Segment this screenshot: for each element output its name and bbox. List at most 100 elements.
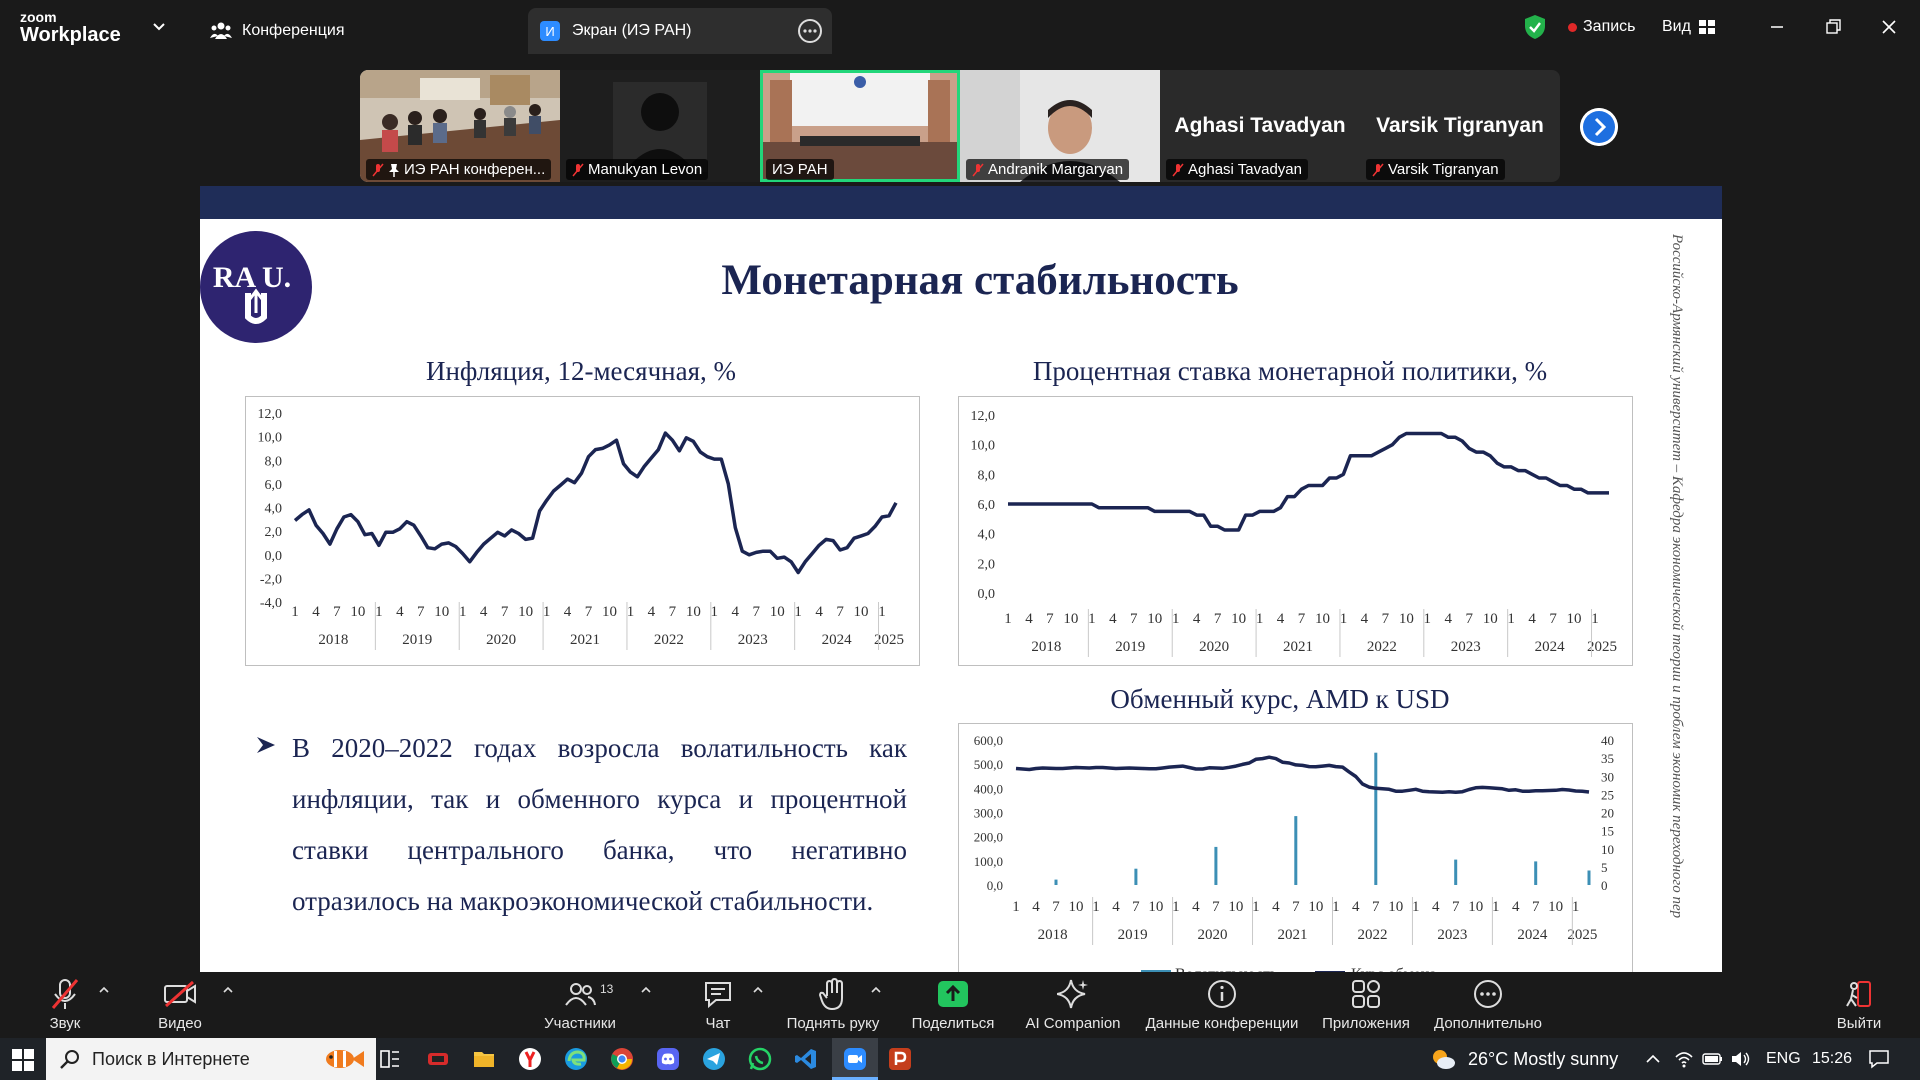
tray-chevron-up-icon[interactable]: [1645, 1051, 1661, 1067]
red-app-icon[interactable]: [426, 1047, 450, 1071]
meeting-info-button[interactable]: Данные конференции: [1138, 972, 1306, 1038]
x-tick-label: 10: [686, 604, 701, 620]
volatility-bar: [1214, 846, 1218, 885]
x-year-label: 2021: [570, 632, 600, 648]
file-explorer-icon[interactable]: [472, 1047, 496, 1071]
chart-policy-rate: 12,0 10,0 8,0 6,0 4,0 2,0 0,0 1 4 7 10 1 4 7 10 1 4 7 10 1 4…: [958, 396, 1633, 666]
participants-caret-icon[interactable]: [640, 984, 652, 996]
weather-text[interactable]: 26°C Mostly sunny: [1468, 1038, 1618, 1080]
raise-hand-button[interactable]: Поднять руку: [785, 972, 881, 1038]
share-button[interactable]: Поделиться: [905, 972, 1001, 1038]
view-button[interactable]: Вид: [1662, 18, 1715, 36]
next-page-button[interactable]: [1580, 108, 1618, 146]
whatsapp-icon[interactable]: [748, 1047, 772, 1071]
fish-widget-icon: [326, 1050, 364, 1068]
chevron-down-icon[interactable]: [151, 18, 167, 34]
y-tick-label: 0,0: [978, 587, 996, 602]
x-tick-label: 7: [1212, 899, 1220, 915]
video-options-caret-icon[interactable]: [222, 984, 234, 996]
x-year-label: 2019: [402, 632, 432, 648]
yandex-browser-icon[interactable]: [518, 1047, 542, 1071]
y-right-tick-label: 15: [1601, 824, 1614, 839]
x-tick-label: 1: [1412, 899, 1420, 915]
apps-button[interactable]: Приложения: [1318, 972, 1414, 1038]
participant-tile-active-speaker[interactable]: ИЭ РАН: [760, 70, 960, 182]
tab-shared-screen[interactable]: И Экран (ИЭ РАН): [528, 8, 832, 54]
tab-conference[interactable]: Конференция: [210, 8, 345, 54]
zoom-app-icon[interactable]: [843, 1047, 867, 1071]
tab-screen-label: Экран (ИЭ РАН): [572, 22, 692, 39]
video-button[interactable]: Видео: [155, 972, 205, 1038]
x-year-label: 2024: [1517, 927, 1548, 943]
shared-slide: RA U. Монетарная стабильность Российско-…: [200, 186, 1722, 972]
x-tick-label: 10: [1063, 611, 1078, 627]
y-right-tick-label: 40: [1601, 733, 1614, 748]
x-tick-label: 1: [794, 604, 802, 620]
y-tick-label: 12,0: [258, 407, 283, 422]
y-right-tick-label: 20: [1601, 806, 1614, 821]
discord-icon[interactable]: [656, 1047, 680, 1071]
x-tick-label: 7: [1372, 899, 1380, 915]
audio-button[interactable]: Звук: [45, 972, 85, 1038]
y-left-tick-label: 200,0: [974, 830, 1003, 845]
battery-icon[interactable]: [1702, 1051, 1724, 1067]
weather-icon: [1433, 1050, 1455, 1069]
chat-caret-icon[interactable]: [752, 984, 764, 996]
participant-tile[interactable]: Aghasi Tavadyan Aghasi Tavadyan: [1160, 70, 1360, 182]
x-tick-label: 4: [396, 604, 404, 620]
participant-tile[interactable]: Andranik Margaryan: [960, 70, 1160, 182]
x-tick-label: 1: [1172, 611, 1180, 627]
slide-title: Монетарная стабильность: [721, 257, 1239, 304]
vscode-icon[interactable]: [794, 1047, 818, 1071]
participant-name: ИЭ РАН: [766, 159, 834, 180]
x-year-label: 2023: [1437, 927, 1467, 943]
powerpoint-icon[interactable]: [888, 1047, 912, 1071]
screen-badge: И: [540, 21, 560, 41]
participant-name: Andranik Margaryan: [966, 159, 1130, 180]
close-icon[interactable]: [1876, 14, 1902, 40]
participant-strip: ИЭ РАН конферен... Manukyan Levon ИЭ РАН: [360, 70, 1560, 182]
restore-icon[interactable]: [1820, 14, 1846, 40]
clock[interactable]: 15:26: [1812, 1038, 1852, 1080]
x-tick-label: 1: [1172, 899, 1180, 915]
volume-icon[interactable]: [1730, 1050, 1752, 1068]
reactions-caret-icon[interactable]: [870, 984, 882, 996]
x-tick-label: 1: [1012, 899, 1020, 915]
audio-options-caret-icon[interactable]: [98, 984, 110, 996]
participant-tile[interactable]: ИЭ РАН конферен...: [360, 70, 560, 182]
taskbar-search[interactable]: Поиск в Интернете: [46, 1038, 376, 1080]
chat-button[interactable]: Чат: [700, 972, 736, 1038]
chart-title-inflation: Инфляция, 12-месячная, %: [425, 356, 737, 386]
hand-icon: [819, 978, 843, 1010]
chrome-browser-icon[interactable]: [610, 1047, 634, 1071]
x-year-label: 2020: [486, 632, 516, 648]
minimize-icon[interactable]: [1764, 14, 1790, 40]
windows-start-icon[interactable]: [12, 1049, 34, 1071]
leave-button[interactable]: Выйти: [1835, 972, 1883, 1038]
language-indicator[interactable]: ENG: [1766, 1038, 1801, 1080]
edge-browser-icon[interactable]: [564, 1047, 588, 1071]
participant-tile[interactable]: Varsik Tigranyan Varsik Tigranyan: [1360, 70, 1560, 182]
x-tick-label: 1: [459, 604, 467, 620]
x-tick-label: 10: [1068, 899, 1083, 915]
volatility-bar: [1534, 861, 1538, 885]
recording-indicator[interactable]: Запись: [1568, 18, 1636, 36]
y-right-tick-label: 25: [1601, 787, 1614, 802]
shield-check-icon[interactable]: [1524, 14, 1546, 40]
y-right-tick-label: 5: [1601, 860, 1608, 875]
participant-tile[interactable]: Manukyan Levon: [560, 70, 760, 182]
task-view-icon[interactable]: [378, 1047, 402, 1071]
series-line-inflation: [293, 431, 898, 575]
y-tick-label: 8,0: [978, 468, 996, 483]
notifications-icon[interactable]: [1868, 1049, 1890, 1069]
more-button[interactable]: Дополнительно: [1430, 972, 1546, 1038]
wifi-icon[interactable]: [1674, 1049, 1694, 1069]
telegram-icon[interactable]: [702, 1047, 726, 1071]
more-options-icon[interactable]: [798, 19, 822, 43]
pin-icon: [389, 163, 399, 177]
ai-companion-button[interactable]: AI Companion: [1020, 972, 1126, 1038]
y-tick-label: -2,0: [260, 572, 282, 587]
y-tick-label: -4,0: [260, 596, 282, 611]
y-tick-label: 4,0: [265, 502, 283, 517]
x-tick-label: 4: [1512, 899, 1520, 915]
